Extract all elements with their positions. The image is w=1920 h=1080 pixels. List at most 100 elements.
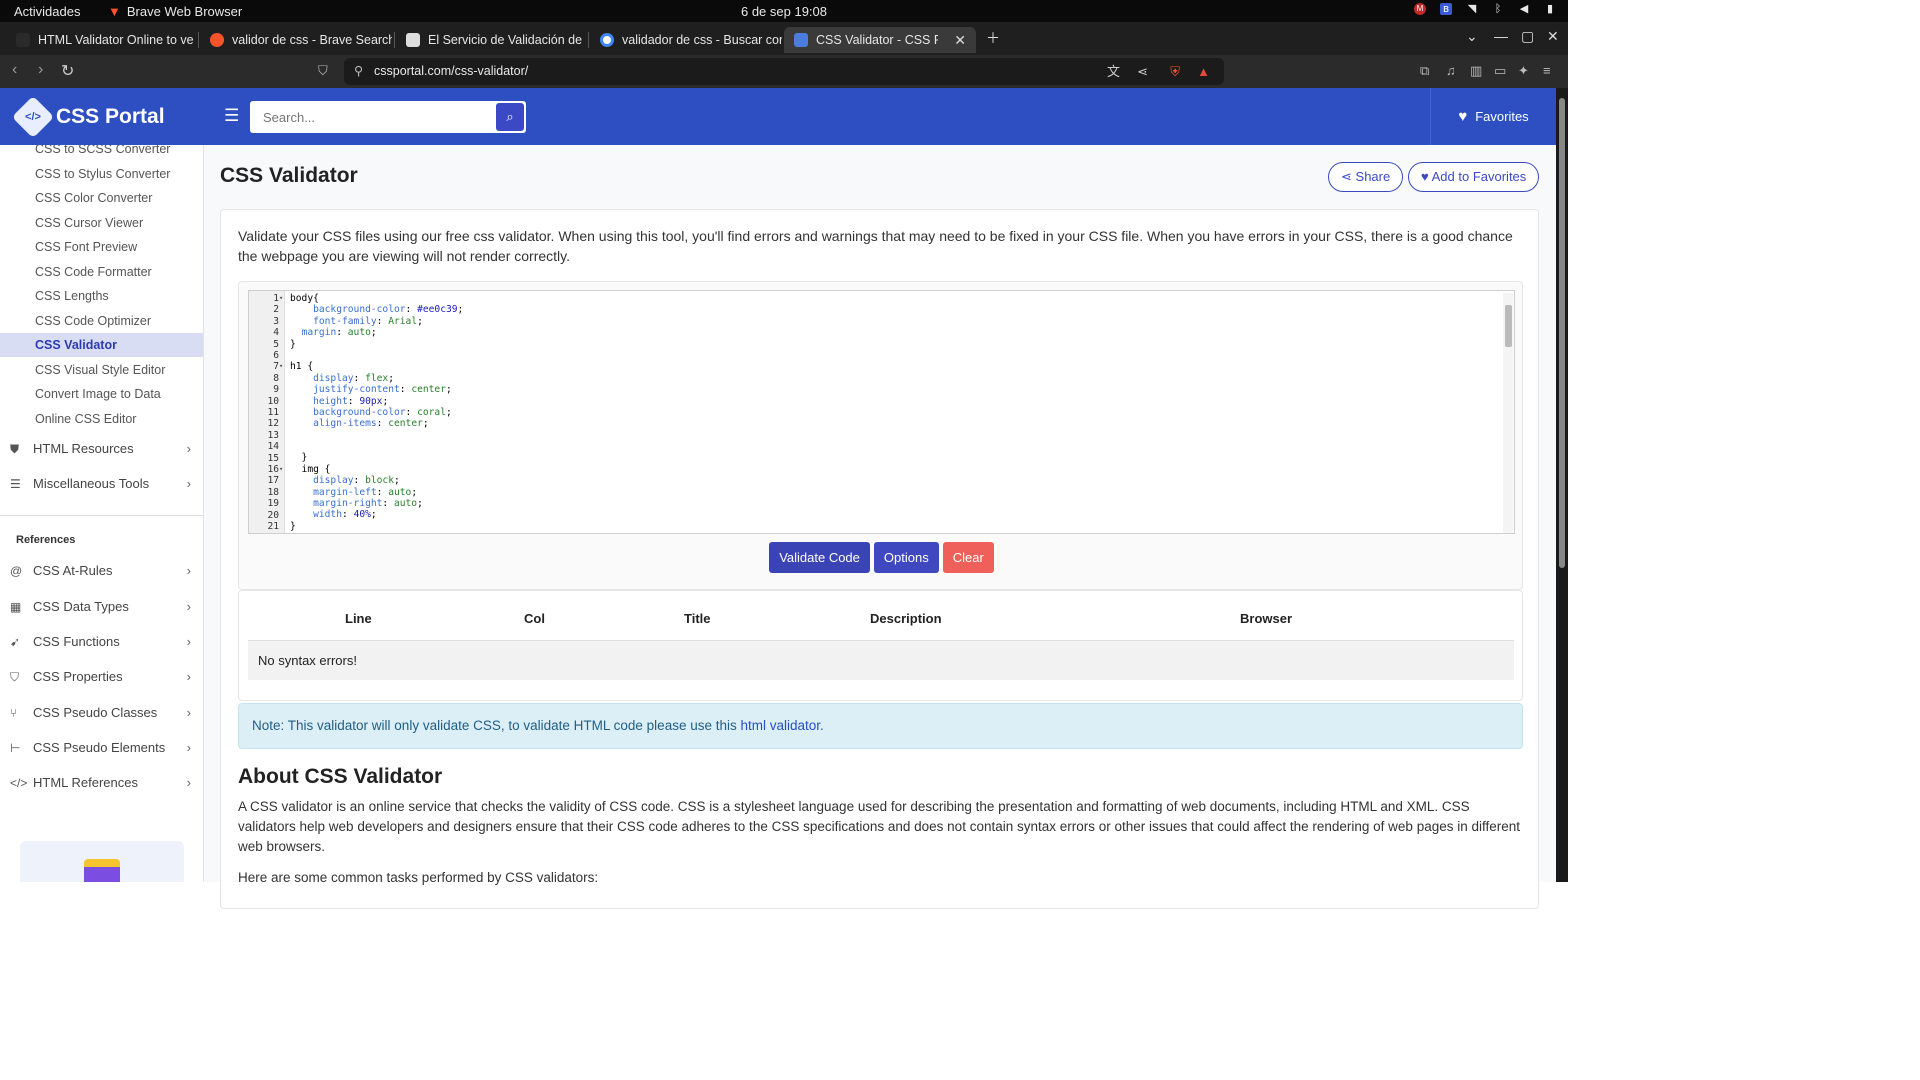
bluetooth-indicator-icon[interactable]: ʙ (1440, 3, 1452, 15)
minimize-icon[interactable]: — (1494, 28, 1508, 44)
sidebar-item[interactable]: CSS Visual Style Editor (0, 358, 203, 382)
promo-banner[interactable] (20, 841, 184, 882)
options-button[interactable]: Options (873, 542, 939, 573)
group-label: Miscellaneous Tools (33, 476, 150, 491)
close-tab-icon[interactable]: ✕ (954, 32, 966, 49)
validator-card: Validate your CSS files using our free c… (220, 209, 1539, 909)
tab-brave-search[interactable]: validor de css - Brave Search (200, 27, 392, 53)
ref-label: CSS Functions (33, 634, 120, 649)
tab-w3c-validator[interactable]: El Servicio de Validación de (396, 27, 586, 53)
site-header: </> CSS Portal ☰ ⌕ ♥ Favorites (0, 88, 1556, 145)
leo-ai-icon[interactable]: ✦ (1518, 63, 1529, 79)
battery-icon[interactable]: ▮ (1544, 3, 1556, 15)
sidebar-group-html-resources[interactable]: ⛊ HTML Resources › (0, 434, 203, 464)
hamburger-menu-icon[interactable]: ☰ (224, 106, 239, 126)
site-info-icon[interactable]: ⚲ (354, 58, 363, 85)
translate-icon[interactable]: 文 (1107, 58, 1120, 85)
reload-icon[interactable]: ↻ (61, 61, 74, 81)
mail-indicator-icon[interactable]: M (1414, 3, 1426, 15)
forward-icon[interactable]: › (38, 61, 43, 79)
fold-toggle-icon[interactable]: ▾ (279, 465, 283, 473)
tab-label: validor de css - Brave Search (232, 33, 392, 47)
chevron-right-icon: › (186, 598, 191, 614)
sidebar-item[interactable]: CSS Cursor Viewer (0, 211, 203, 235)
heart-icon: ♥ (1458, 108, 1468, 125)
line-number: 8 (273, 372, 279, 384)
code-content[interactable]: body{ background-color: #ee0c39; font-fa… (290, 293, 463, 532)
html-validator-link[interactable]: html validator (741, 718, 821, 733)
new-tab-icon[interactable]: ＋ (986, 28, 1000, 48)
wifi-icon[interactable]: ◥ (1466, 3, 1478, 15)
fold-toggle-icon[interactable]: ▾ (279, 362, 283, 370)
share-button[interactable]: ⋖ Share (1328, 162, 1404, 192)
search-input[interactable] (250, 101, 490, 133)
code-line: display: block; (313, 475, 400, 487)
ref-css-functions[interactable]: ➹ CSS Functions › (0, 627, 203, 657)
ref-html-references[interactable]: </> HTML References › (0, 768, 203, 798)
site-logo[interactable]: </> CSS Portal (11, 95, 165, 139)
favorites-button[interactable]: ♥ Favorites (1430, 88, 1556, 145)
clear-button[interactable]: Clear (942, 542, 994, 573)
system-tray[interactable]: M ʙ ◥ ᛒ ◀ ▮ (1414, 3, 1556, 15)
ref-css-at-rules[interactable]: @ CSS At-Rules › (0, 556, 203, 586)
validate-code-button[interactable]: Validate Code (769, 542, 870, 573)
code-line: } (290, 520, 296, 532)
line-number: 16 (267, 464, 279, 475)
add-to-favorites-button[interactable]: ♥ Add to Favorites (1408, 162, 1540, 192)
ref-css-pseudo-elements[interactable]: ⊢ CSS Pseudo Elements › (0, 733, 203, 763)
close-window-icon[interactable]: ✕ (1547, 28, 1559, 45)
media-icon[interactable]: ♫ (1446, 63, 1456, 78)
references-heading: References (16, 534, 76, 546)
brand-name: CSS Portal (56, 105, 165, 128)
volume-icon[interactable]: ◀ (1518, 3, 1530, 15)
tab-label: El Servicio de Validación de (428, 33, 583, 47)
tab-google-search[interactable]: validador de css - Buscar cor (590, 27, 782, 53)
tab-html-validator[interactable]: HTML Validator Online to ve (6, 27, 196, 53)
clock[interactable]: 6 de sep 19:08 (0, 4, 1568, 19)
editor-scrollbar-thumb[interactable] (1505, 305, 1512, 347)
sidebar-item[interactable]: CSS Code Optimizer (0, 309, 203, 333)
search-button[interactable]: ⌕ (496, 103, 524, 131)
sidebar-item[interactable]: CSS Code Formatter (0, 260, 203, 284)
sidebar-item[interactable]: CSS to SCSS Converter (0, 145, 203, 161)
tab-label: CSS Validator - CSS Portal (816, 33, 939, 47)
maximize-icon[interactable]: ▢ (1521, 28, 1534, 45)
ref-css-properties[interactable]: ⛉ CSS Properties › (0, 662, 203, 692)
share-icon[interactable]: ⋖ (1137, 58, 1148, 85)
ref-css-pseudo-classes[interactable]: ⑂ CSS Pseudo Classes › (0, 698, 203, 728)
sidebar-toggle-icon[interactable]: ▥ (1470, 63, 1482, 79)
ref-css-data-types[interactable]: ▦ CSS Data Types › (0, 592, 203, 622)
editor-scrollbar[interactable] (1503, 293, 1513, 533)
code-line: display: flex; (313, 372, 394, 384)
url-text: cssportal.com/css-validator/ (374, 64, 529, 78)
share-icon: ⋖ (1341, 169, 1352, 184)
sidebar-item[interactable]: CSS Lengths (0, 284, 203, 308)
brave-shields-icon[interactable]: ⛨ (1170, 58, 1180, 85)
page-title: CSS Validator (220, 164, 358, 187)
sidebar-item[interactable]: CSS Color Converter (0, 186, 203, 210)
sidebar-item[interactable]: CSS to Stylus Converter (0, 162, 203, 186)
sidebar-item[interactable]: CSS Font Preview (0, 235, 203, 259)
col-header-browser: Browser (1240, 611, 1293, 626)
css-code-editor[interactable]: 1 ▾ 2 3 4 5 6 7 ▾ 8 9 10 11 12 13 14 15 16 ▾ 17 18 19 20 21 bod… (248, 290, 1515, 534)
tab-label: validador de css - Buscar cor (622, 33, 782, 47)
tab-list-chevron-icon[interactable]: ⌄ (1466, 28, 1478, 45)
address-bar[interactable]: ⚲ cssportal.com/css-validator/ 文 ⋖ ⛨ ▲ (344, 58, 1224, 85)
code-line: body{ (290, 293, 319, 304)
wallet-icon[interactable]: ▭ (1494, 63, 1506, 79)
sidebar-group-misc-tools[interactable]: ☰ Miscellaneous Tools › (0, 469, 203, 499)
sidebar-item-active[interactable]: CSS Validator (0, 333, 203, 357)
page-scrollbar[interactable] (1556, 88, 1568, 882)
bluetooth-icon[interactable]: ᛒ (1492, 3, 1504, 15)
menu-icon[interactable]: ≡ (1543, 63, 1551, 78)
fold-toggle-icon[interactable]: ▾ (279, 294, 283, 302)
sidebar-item[interactable]: Convert Image to Data (0, 382, 203, 406)
tab-css-validator[interactable]: CSS Validator - CSS Portal ✕ (784, 27, 976, 53)
sidebar-item[interactable]: Online CSS Editor (0, 407, 203, 431)
brave-rewards-icon[interactable]: ▲ (1197, 58, 1210, 85)
back-icon[interactable]: ‹ (12, 61, 17, 79)
bookmark-icon[interactable]: ⛉ (318, 63, 328, 79)
extensions-icon[interactable]: ⧉ (1420, 63, 1429, 79)
scrollbar-thumb[interactable] (1559, 98, 1565, 568)
